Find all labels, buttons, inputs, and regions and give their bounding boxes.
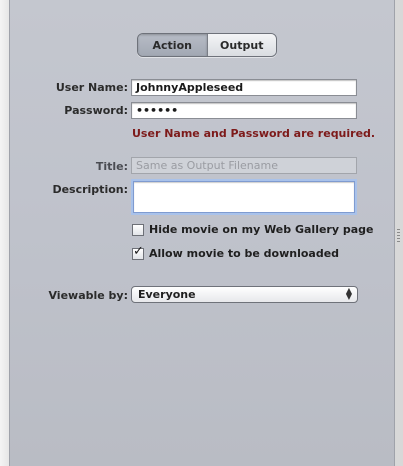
tab-action[interactable]: Action: [138, 34, 207, 56]
allow-download-option[interactable]: ✓ Allow movie to be downloaded: [132, 243, 340, 260]
allow-download-checkbox[interactable]: ✓: [132, 243, 144, 260]
title-label: Title:: [95, 160, 128, 173]
hide-movie-label: Hide movie on my Web Gallery page: [149, 223, 374, 236]
left-border: [0, 0, 9, 466]
viewable-by-popup[interactable]: Everyone ▲ ▼: [131, 286, 358, 303]
viewable-by-value: Everyone: [138, 288, 196, 301]
password-label: Password:: [64, 104, 128, 117]
description-textarea[interactable]: [133, 181, 355, 213]
viewable-by-label: Viewable by:: [48, 289, 128, 302]
tab-output[interactable]: Output: [206, 34, 276, 56]
credentials-error-message: User Name and Password are required.: [132, 127, 376, 140]
username-label: User Name:: [55, 81, 128, 94]
username-field[interactable]: JohnnyAppleseed: [131, 79, 357, 96]
tab-segmented-control: Action Output: [137, 33, 277, 57]
resize-grip-icon[interactable]: [397, 229, 400, 243]
hide-movie-checkbox[interactable]: [132, 223, 144, 236]
settings-window: Action Output User Name: JohnnyAppleseed…: [0, 0, 403, 466]
hide-movie-option[interactable]: Hide movie on my Web Gallery page: [132, 223, 374, 236]
allow-download-label: Allow movie to be downloaded: [149, 247, 340, 260]
up-down-arrows-icon: ▲ ▼: [345, 286, 352, 301]
description-label: Description:: [52, 183, 128, 196]
checkmark-icon: ✓: [133, 243, 144, 259]
password-field[interactable]: ••••••: [131, 102, 357, 119]
title-field[interactable]: Same as Output Filename: [131, 157, 357, 174]
